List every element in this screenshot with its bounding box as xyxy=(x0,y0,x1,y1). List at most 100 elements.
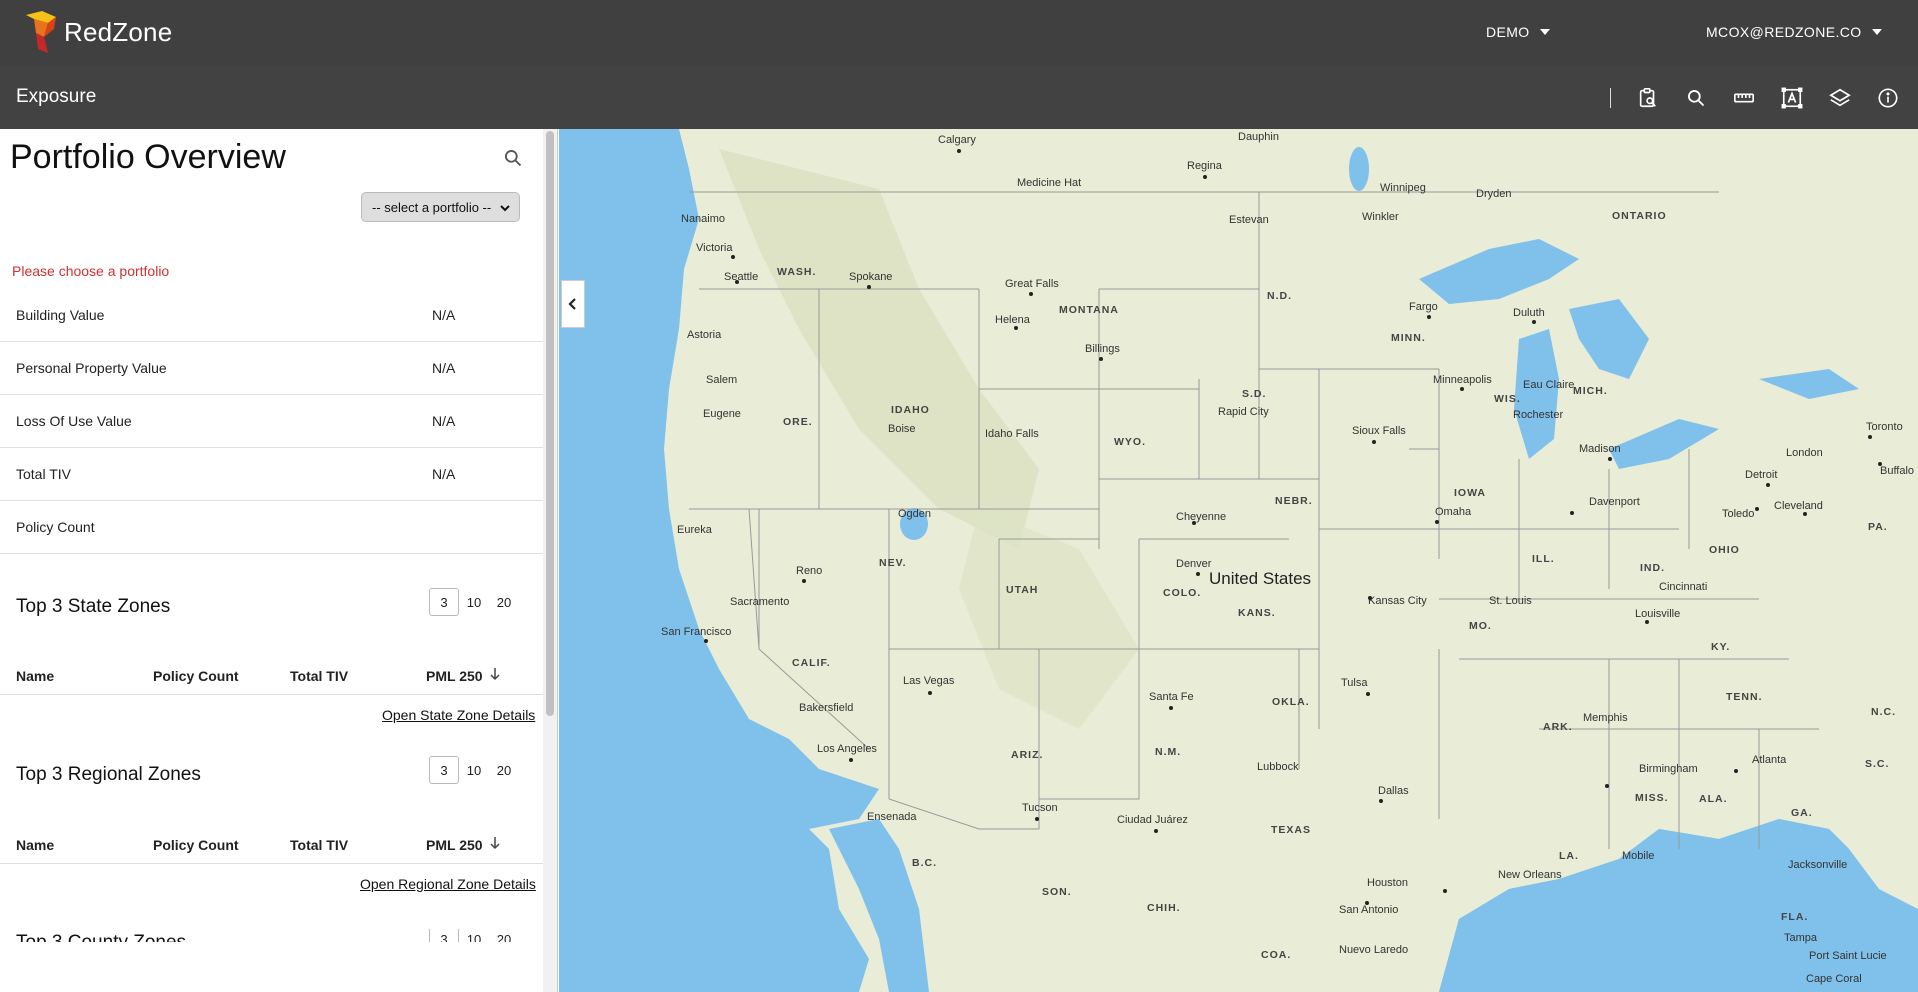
open-regional-zone-details-link[interactable]: Open Regional Zone Details xyxy=(360,876,536,892)
city-marker xyxy=(1532,320,1536,324)
text-annotation-button[interactable] xyxy=(1778,84,1806,112)
map-label-city: Davenport xyxy=(1589,496,1640,508)
scrollbar-thumb[interactable] xyxy=(546,131,554,716)
map-canvas[interactable]: United States WASH. MONTANA N.D. MINN. O… xyxy=(559,129,1918,992)
column-header-total-tiv[interactable]: Total TIV xyxy=(290,668,348,684)
map-label-city: Cape Coral xyxy=(1806,973,1862,985)
portfolio-select[interactable]: -- select a portfolio -- xyxy=(361,192,520,222)
state-zones-page-size: 3 10 20 xyxy=(429,588,519,616)
map-label-city: Atlanta xyxy=(1752,754,1787,766)
page-size-option[interactable]: 20 xyxy=(489,756,519,784)
search-icon xyxy=(505,150,522,167)
city-marker xyxy=(1154,829,1158,833)
regional-zones-title: Top 3 Regional Zones xyxy=(16,764,201,785)
sort-descending-icon[interactable] xyxy=(489,667,501,681)
map-label-city: Toledo xyxy=(1722,508,1755,520)
map-label-city: Santa Fe xyxy=(1149,691,1194,703)
map-label-state: N.C. xyxy=(1871,706,1896,718)
panel-scrollbar[interactable] xyxy=(543,129,557,992)
map-label-city: Nuevo Laredo xyxy=(1339,944,1409,956)
layers-button[interactable] xyxy=(1826,84,1854,112)
column-header-total-tiv[interactable]: Total TIV xyxy=(290,837,348,853)
stat-row-personal-property: Personal Property Value N/A xyxy=(0,342,544,395)
city-marker xyxy=(802,579,806,583)
map-label-city: London xyxy=(1786,447,1823,459)
map-label-city: Medicine Hat xyxy=(1017,177,1082,189)
page-size-option[interactable]: 3 xyxy=(429,588,459,616)
clipboard-search-button[interactable] xyxy=(1634,84,1662,112)
county-zones-title: Top 3 County Zones xyxy=(16,932,186,942)
measure-button[interactable] xyxy=(1730,84,1758,112)
map-label-city: Cheyenne xyxy=(1176,511,1227,523)
chevron-down-icon xyxy=(1871,29,1882,35)
page-size-option[interactable]: 10 xyxy=(459,756,489,784)
org-dropdown-label: DEMO xyxy=(1486,24,1530,40)
map-label-city: Los Angeles xyxy=(817,743,877,755)
stat-value: N/A xyxy=(432,413,456,429)
user-dropdown[interactable]: MCOX@REDZONE.CO xyxy=(1706,24,1882,40)
map-label-city: Cleveland xyxy=(1774,500,1823,512)
map-search-button[interactable] xyxy=(1682,84,1710,112)
map-label-state: TENN. xyxy=(1726,691,1763,703)
map-label-state: KY. xyxy=(1711,641,1731,653)
panel-search-button[interactable] xyxy=(503,148,523,173)
map-label-state: ALA. xyxy=(1699,793,1728,805)
page-size-option[interactable]: 10 xyxy=(459,929,489,943)
map-label-state: N.M. xyxy=(1155,746,1182,758)
city-marker xyxy=(735,280,739,284)
map-label-state: OKLA. xyxy=(1272,696,1310,708)
page-size-option[interactable]: 3 xyxy=(429,756,459,784)
map-label-state: GA. xyxy=(1791,807,1813,819)
org-dropdown[interactable]: DEMO xyxy=(1486,24,1550,40)
map-label-state: MICH. xyxy=(1573,385,1608,397)
column-header-pml-250[interactable]: PML 250 xyxy=(426,668,483,684)
regional-zones-page-size: 3 10 20 xyxy=(429,756,519,784)
basemap[interactable] xyxy=(559,129,1918,992)
sort-descending-icon[interactable] xyxy=(489,836,501,850)
map-label-city: Sioux Falls xyxy=(1352,425,1406,437)
state-zones-table-header: Name Policy Count Total TIV PML 250 xyxy=(0,655,544,695)
page-size-option[interactable]: 3 xyxy=(429,929,459,942)
collapse-panel-button[interactable] xyxy=(561,280,585,328)
map-label-state: PA. xyxy=(1868,521,1888,533)
layers-icon xyxy=(1829,88,1851,107)
chevron-down-icon xyxy=(1539,29,1550,35)
column-header-name[interactable]: Name xyxy=(16,668,54,684)
map-label-city: Cincinnati xyxy=(1659,581,1708,593)
brand-logo[interactable]: RedZone xyxy=(26,11,172,53)
column-header-policy-count[interactable]: Policy Count xyxy=(153,837,239,853)
map-label-city: Fargo xyxy=(1409,301,1438,313)
regional-zones-table-header: Name Policy Count Total TIV PML 250 xyxy=(0,824,544,864)
map-label-city: Memphis xyxy=(1583,712,1628,724)
chevron-down-icon xyxy=(500,205,510,212)
open-state-zone-details-link[interactable]: Open State Zone Details xyxy=(382,707,535,723)
column-header-name[interactable]: Name xyxy=(16,837,54,853)
map-label-city: Dryden xyxy=(1476,188,1512,200)
county-zones-page-size: 3 10 20 xyxy=(429,929,519,942)
map-label-state: IOWA xyxy=(1454,487,1486,499)
map-label-city: Kansas City xyxy=(1368,595,1427,607)
map-label-state: COA. xyxy=(1261,949,1292,961)
city-marker xyxy=(1460,387,1464,391)
map-label-city: Las Vegas xyxy=(903,675,955,687)
map-label-state: TEXAS xyxy=(1271,824,1312,836)
stat-value: N/A xyxy=(432,360,456,376)
map-label-state: ARIZ. xyxy=(1011,749,1044,761)
info-button[interactable] xyxy=(1874,84,1902,112)
city-marker xyxy=(1035,817,1039,821)
portfolio-panel: Portfolio Overview -- select a portfolio… xyxy=(0,129,558,992)
map-label-city: Bakersfield xyxy=(799,702,854,714)
stat-row-policy-count: Policy Count xyxy=(0,501,544,554)
map-label-state: UTAH xyxy=(1006,584,1039,596)
page-size-option[interactable]: 20 xyxy=(489,929,519,943)
page-size-option[interactable]: 10 xyxy=(459,588,489,616)
column-header-policy-count[interactable]: Policy Count xyxy=(153,668,239,684)
city-marker xyxy=(1366,692,1370,696)
stat-row-loss-of-use: Loss Of Use Value N/A xyxy=(0,395,544,448)
city-marker xyxy=(849,758,853,762)
map-label-state: NEBR. xyxy=(1275,495,1313,507)
column-header-pml-250[interactable]: PML 250 xyxy=(426,837,483,853)
city-marker xyxy=(1868,435,1872,439)
page-size-option[interactable]: 20 xyxy=(489,588,519,616)
map-label-city: Omaha xyxy=(1435,506,1472,518)
